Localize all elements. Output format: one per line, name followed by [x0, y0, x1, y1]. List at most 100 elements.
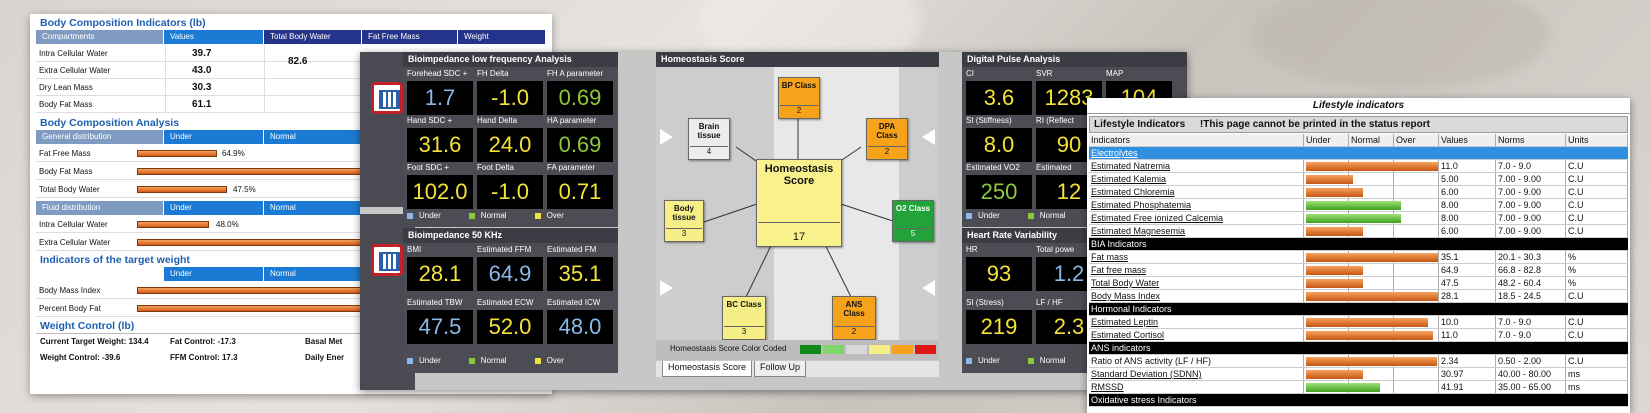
metric-label: Estimated FFM	[477, 245, 532, 254]
metric-cell: Estimated FM 35.1	[547, 245, 613, 291]
col-normal: Normal	[1349, 134, 1394, 146]
metric-value: 52.0	[477, 310, 543, 344]
node-brain-tissue[interactable]: Brain tissue 4	[688, 118, 730, 160]
indicator-name[interactable]: Estimated Phosphatemia	[1089, 199, 1304, 211]
over-cell	[1394, 381, 1439, 393]
node-value: 4	[690, 146, 728, 156]
metric-value: 64.9	[477, 257, 543, 291]
indicator-name[interactable]: Estimated Natremia	[1089, 160, 1304, 172]
indicator-name[interactable]: Estimated Cortisol	[1089, 329, 1304, 341]
col-total-body-water: Total Body Water	[264, 30, 362, 44]
indicator-name[interactable]: Estimated Kalemia	[1089, 173, 1304, 185]
under-cell	[1304, 303, 1349, 315]
score-label: Homeostasis Score	[764, 163, 834, 187]
indicator-name[interactable]: Fat free mass	[1089, 264, 1304, 276]
category-row: ANS indicators	[1089, 342, 1628, 355]
legend-under: Under	[407, 211, 441, 220]
legend: Under Normal Over	[407, 356, 564, 365]
indicator-norm: 35.00 - 65.00	[1496, 381, 1566, 393]
normal-cell	[1349, 238, 1394, 250]
under-cell	[1304, 147, 1349, 159]
node-bc-class[interactable]: BC Class 3	[722, 296, 766, 340]
header-cell: Normal	[264, 130, 364, 144]
indicator-name[interactable]: Estimated Magnesemia	[1089, 225, 1304, 237]
legend-normal: Normal	[469, 211, 507, 220]
indicator-level-bar	[1306, 175, 1353, 184]
calendar-report-icon[interactable]	[371, 82, 403, 114]
indicator-name[interactable]: Total Body Water	[1089, 277, 1304, 289]
metric-cell: HR 93	[966, 245, 1032, 291]
indicator-name[interactable]: RMSSD	[1089, 381, 1304, 393]
metric-value: 28.1	[407, 257, 473, 291]
metric-value: 31.6	[407, 128, 473, 162]
indicator-row: Estimated Natremia 11.0 7.0 - 9.0 C.U	[1089, 160, 1628, 173]
metric-value: 47.5	[407, 310, 473, 344]
node-bp-class[interactable]: BP Class 2	[778, 77, 820, 119]
indicator-value: 8.00	[1439, 212, 1496, 224]
indicator-name[interactable]: Body Mass Index	[1089, 290, 1304, 302]
indicator-unit: C.U	[1566, 225, 1628, 237]
arrow-left-icon	[922, 129, 935, 145]
indicator-unit: C.U	[1566, 160, 1628, 172]
indicator-norm: 7.00 - 9.00	[1496, 173, 1566, 185]
node-body-tissue[interactable]: Body tissue 3	[664, 200, 704, 242]
metric-cell: BMI 28.1	[407, 245, 473, 291]
metric-cell: Estimated TBW 47.5	[407, 298, 473, 344]
indicator-name[interactable]: Standard Deviation (SDNN)	[1089, 368, 1304, 380]
node-o2-class[interactable]: O2 Class 5	[892, 200, 934, 242]
indicator-norm: 7.0 - 9.0	[1496, 160, 1566, 172]
header-cell: General distribution	[36, 130, 164, 144]
indicator-value: 2.34	[1439, 355, 1496, 367]
indicator-row: Ratio of ANS activity (LF / HF) 2.34 0.50 …	[1089, 355, 1628, 368]
indicator-name[interactable]: Fat mass	[1089, 251, 1304, 263]
metric-label: BMI	[407, 245, 422, 254]
node-label: Brain tissue	[697, 122, 721, 140]
indicator-row: Estimated Phosphatemia 8.00 7.00 - 9.00 C.U	[1089, 199, 1628, 212]
node-dpa-class[interactable]: DPA Class 2	[866, 118, 908, 160]
indicator-row: Standard Deviation (SDNN) 30.97 40.00 - 80…	[1089, 368, 1628, 381]
legend: Under Normal	[966, 356, 1066, 365]
node-ans-class[interactable]: ANS Class 2	[832, 296, 876, 340]
indicator-value	[1439, 394, 1496, 406]
node-label: Body tissue	[672, 204, 696, 222]
tab-follow-up[interactable]: Follow Up	[754, 361, 807, 377]
scale-swatch	[869, 345, 890, 354]
tab-homeostasis-score[interactable]: Homeostasis Score	[662, 361, 753, 377]
score-value: 17	[758, 222, 840, 243]
indicator-unit: ms	[1566, 368, 1628, 380]
row-value: 30.3	[165, 79, 265, 95]
category-row: Oxidative stress Indicators	[1089, 394, 1628, 407]
row-label: Extra Cellular Water	[39, 65, 111, 75]
indicator-name[interactable]: Estimated Chloremia	[1089, 186, 1304, 198]
bia-50-panel: BMI 28.1 Estimated FFM 64.9 Estimated FM 35…	[403, 243, 618, 373]
indicator-unit: %	[1566, 264, 1628, 276]
metric-value: 102.0	[407, 175, 473, 209]
legend-normal: Normal	[469, 356, 507, 365]
node-label: O2 Class	[895, 204, 931, 213]
metric-label: Estimated FM	[547, 245, 597, 254]
indicator-name[interactable]: Estimated Free ionized Calcemia	[1089, 212, 1304, 224]
calendar-report-icon[interactable]	[371, 244, 403, 276]
col-units: Units	[1566, 134, 1628, 146]
node-homeostasis-score[interactable]: Homeostasis Score 17	[756, 159, 842, 247]
metric-label: Estimated VO2	[966, 163, 1020, 172]
metric-label: Forehead SDC +	[407, 69, 468, 78]
metric-cell: SI (Stiffness) 8.0	[966, 116, 1032, 162]
node-value: 3	[724, 326, 764, 336]
lifestyle-header-title: Lifestyle Indicators	[1094, 119, 1186, 130]
dashboard-window: Bioimpedance low frequency Analysis Fore…	[360, 52, 1187, 390]
arrow-left-icon	[922, 280, 935, 296]
node-label: ANS Class	[843, 300, 865, 318]
indicator-name[interactable]: Electrolytes	[1089, 147, 1304, 159]
metric-value: 250	[966, 175, 1032, 209]
col-compartments: Compartments	[36, 30, 164, 44]
metric-label: Estimated ICW	[547, 298, 601, 307]
normal-cell	[1349, 342, 1394, 354]
metric-label: FA parameter	[547, 163, 596, 172]
fat-control: Fat Control: -17.3	[170, 337, 236, 346]
indicator-name[interactable]: Estimated Leptin	[1089, 316, 1304, 328]
indicator-row: Estimated Free ionized Calcemia 8.00 7.00 …	[1089, 212, 1628, 225]
under-cell	[1304, 238, 1349, 250]
over-cell	[1394, 225, 1439, 237]
legend-under: Under	[407, 356, 441, 365]
